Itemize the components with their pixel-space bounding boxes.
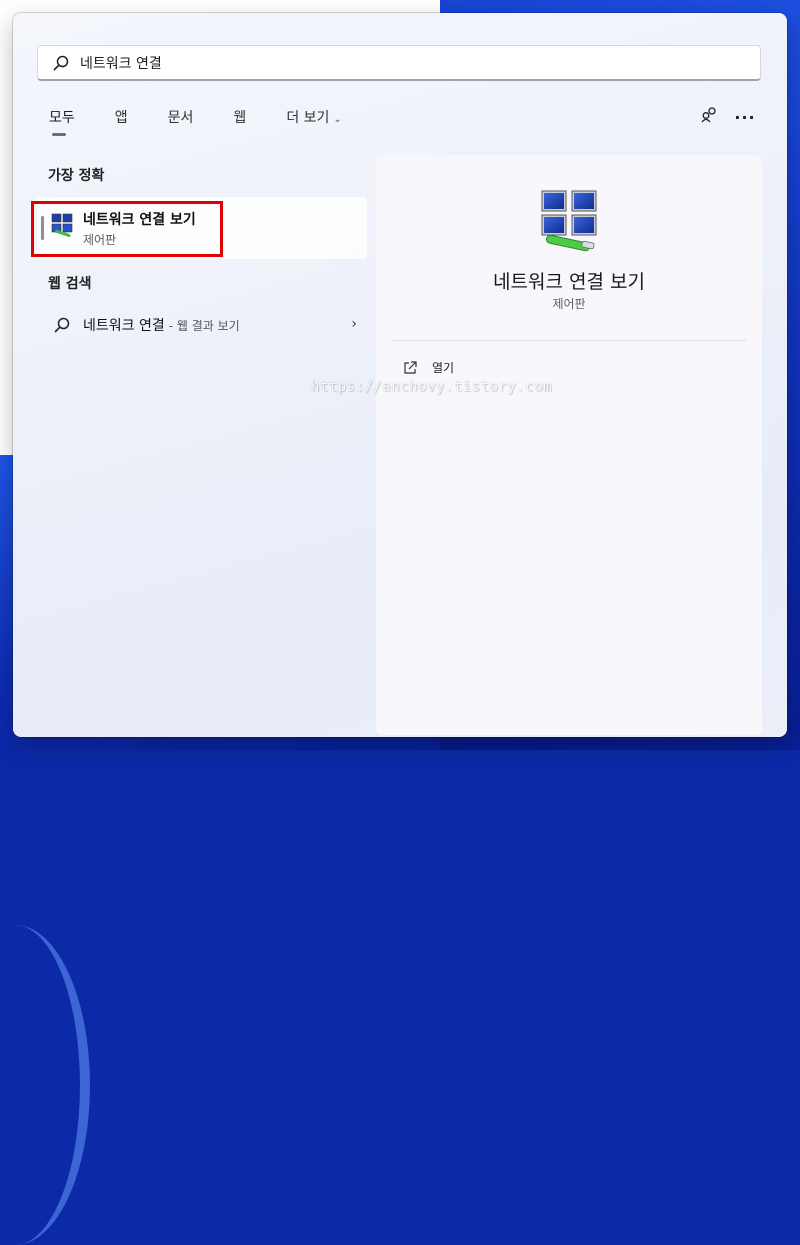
open-icon: [402, 360, 418, 376]
tab-documents[interactable]: 문서: [156, 107, 196, 129]
tab-web-label: 웹: [233, 110, 247, 126]
best-match-heading: 가장 정확: [48, 168, 105, 184]
tab-all[interactable]: 모두: [37, 107, 77, 136]
active-tab-indicator: [52, 133, 66, 136]
tab-documents-label: 문서: [167, 110, 194, 126]
web-search-result[interactable]: 네트워크 연결 - 웹 결과 보기 ›: [37, 308, 367, 342]
more-options-button[interactable]: ···: [731, 105, 759, 129]
open-action[interactable]: 열기: [402, 359, 454, 376]
search-panel: 모두 앱 문서 웹 더 보기⌄ ··· 가장 정확 네트워크 연결 보기: [13, 13, 787, 737]
chevron-right-icon[interactable]: ›: [351, 316, 357, 332]
search-filter-tabs: 모두 앱 문서 웹 더 보기 ⌄: [37, 107, 370, 137]
tab-apps-label: 앱: [114, 110, 128, 126]
chevron-down-icon: ⌄: [333, 114, 342, 125]
search-box[interactable]: [37, 45, 761, 81]
search-input[interactable]: [80, 54, 680, 71]
detail-subtitle: 제어판: [552, 297, 586, 311]
search-icon: [52, 54, 70, 72]
tab-web[interactable]: 웹: [221, 107, 248, 129]
divider: [392, 340, 746, 341]
share-button[interactable]: [695, 105, 723, 129]
share-icon: [700, 106, 718, 128]
tab-more[interactable]: 더 보기 ⌄: [274, 107, 343, 129]
watermark: https://anchovy.tistory.com: [311, 379, 553, 395]
web-search-query: 네트워크 연결: [83, 318, 165, 334]
tab-all-label: 모두: [49, 110, 75, 126]
tab-more-label: 더 보기: [286, 110, 330, 126]
open-action-label: 열기: [432, 361, 455, 375]
network-connections-icon: [538, 189, 602, 253]
detail-pane: 네트워크 연결 보기 제어판 열기: [376, 155, 762, 735]
web-search-hint: - 웹 결과 보기: [168, 318, 240, 333]
web-search-heading: 웹 검색: [48, 276, 92, 292]
detail-title: 네트워크 연결 보기: [493, 271, 645, 293]
more-icon: ···: [734, 107, 756, 127]
tab-apps[interactable]: 앱: [103, 107, 130, 129]
search-icon: [53, 316, 71, 334]
highlight-annotation-box: [31, 201, 223, 257]
